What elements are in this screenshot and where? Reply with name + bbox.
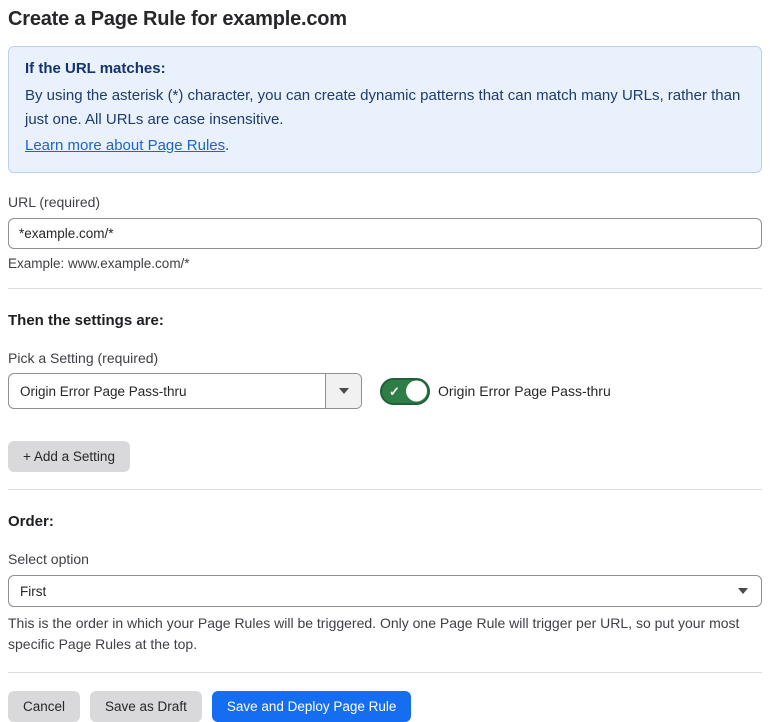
cancel-button[interactable]: Cancel bbox=[8, 691, 81, 722]
page-rule-form: Create a Page Rule for example.com If th… bbox=[0, 0, 770, 722]
learn-more-link[interactable]: Learn more about Page Rules bbox=[25, 137, 225, 154]
check-icon: ✓ bbox=[389, 383, 400, 399]
setting-dropdown-value: Origin Error Page Pass-thru bbox=[20, 383, 187, 399]
setting-dropdown-arrow-button[interactable] bbox=[325, 374, 361, 408]
divider bbox=[8, 288, 762, 289]
order-select-value: First bbox=[20, 583, 47, 599]
order-section-heading: Order: bbox=[8, 513, 54, 530]
divider bbox=[8, 489, 762, 490]
setting-toggle[interactable]: ✓ bbox=[380, 377, 430, 405]
save-as-draft-button[interactable]: Save as Draft bbox=[90, 691, 202, 722]
url-input[interactable] bbox=[8, 218, 762, 249]
add-setting-button[interactable]: + Add a Setting bbox=[8, 441, 130, 472]
setting-picker-row: Origin Error Page Pass-thru ✓ Origin Err… bbox=[8, 373, 762, 409]
page-title: Create a Page Rule for example.com bbox=[8, 8, 347, 30]
save-and-deploy-button[interactable]: Save and Deploy Page Rule bbox=[211, 691, 412, 722]
info-box-body: By using the asterisk (*) character, you… bbox=[25, 87, 741, 128]
url-field-helper: Example: www.example.com/* bbox=[8, 256, 190, 271]
divider bbox=[8, 672, 762, 673]
info-box-heading: If the URL matches: bbox=[25, 60, 166, 77]
url-field-label: URL (required) bbox=[8, 194, 101, 210]
chevron-down-icon bbox=[738, 588, 748, 594]
setting-toggle-label: Origin Error Page Pass-thru bbox=[438, 383, 611, 399]
info-link-suffix: . bbox=[225, 137, 230, 154]
toggle-knob bbox=[406, 380, 427, 402]
setting-dropdown[interactable]: Origin Error Page Pass-thru bbox=[8, 373, 362, 409]
chevron-down-icon bbox=[338, 388, 349, 394]
url-match-info-box: If the URL matches: By using the asteris… bbox=[8, 46, 762, 173]
order-select[interactable]: First bbox=[8, 575, 762, 607]
settings-section-heading: Then the settings are: bbox=[8, 312, 164, 329]
footer-actions: Cancel Save as Draft Save and Deploy Pag… bbox=[8, 691, 762, 722]
pick-setting-label: Pick a Setting (required) bbox=[8, 350, 159, 366]
order-helper-text: This is the order in which your Page Rul… bbox=[8, 615, 740, 652]
order-select-label: Select option bbox=[8, 551, 89, 567]
info-link-line: Learn more about Page Rules. bbox=[25, 134, 745, 158]
